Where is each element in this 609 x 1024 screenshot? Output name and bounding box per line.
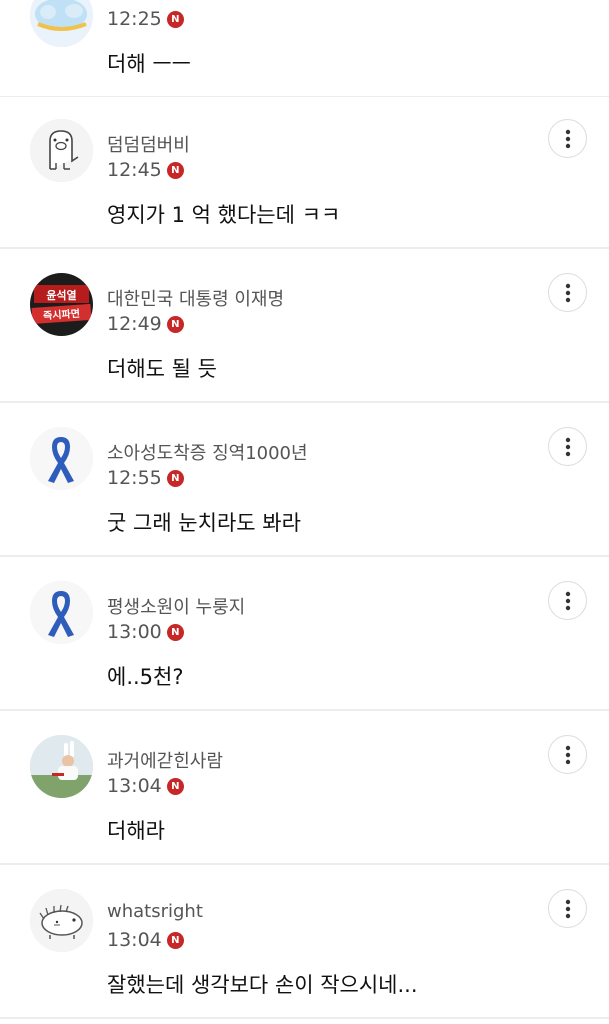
comment-item: 덤덤덤버비 12:45 N 영지가 1 억 했다는데 ㅋㅋ bbox=[0, 97, 609, 249]
comment-item: 윤석열 즉시파면 대한민국 대통령 이재명 12:49 N 더해도 될 듯 bbox=[0, 251, 609, 403]
more-options-button[interactable] bbox=[548, 889, 587, 928]
comment-timestamp-row: 12:55 N bbox=[107, 466, 184, 490]
comment-time: 12:49 bbox=[107, 313, 162, 335]
comment-item: 12:25 N 더해 ㅡㅡ bbox=[0, 0, 609, 98]
comment-author[interactable]: whatsright bbox=[107, 901, 203, 922]
comment-timestamp-row: 13:04 N bbox=[107, 774, 184, 798]
hedgehog-sketch-avatar[interactable] bbox=[30, 889, 93, 952]
comment-item: 소아성도착증 징역1000년 12:55 N 굿 그래 눈치라도 봐라 bbox=[0, 405, 609, 557]
new-badge-icon: N bbox=[166, 623, 184, 641]
vertical-dots-icon bbox=[565, 591, 570, 610]
comment-time: 12:55 bbox=[107, 467, 162, 489]
comment-time: 13:04 bbox=[107, 775, 162, 797]
new-badge-icon: N bbox=[166, 315, 184, 333]
comment-timestamp-row: 12:45 N bbox=[107, 158, 184, 182]
vertical-dots-icon bbox=[565, 129, 570, 148]
person-photo-avatar[interactable] bbox=[30, 735, 93, 798]
new-badge-icon: N bbox=[166, 161, 184, 179]
blue-ribbon-avatar[interactable] bbox=[30, 427, 93, 490]
vertical-dots-icon bbox=[565, 745, 570, 764]
comment-timestamp-row: 12:25 N bbox=[107, 7, 184, 31]
more-options-button[interactable] bbox=[548, 735, 587, 774]
vertical-dots-icon bbox=[565, 899, 570, 918]
comment-text: 더해라 bbox=[107, 819, 165, 843]
new-badge-icon: N bbox=[166, 469, 184, 487]
comment-author[interactable]: 평생소원이 누룽지 bbox=[107, 593, 245, 619]
new-badge-icon: N bbox=[166, 931, 184, 949]
comment-author[interactable]: 과거에갇힌사람 bbox=[107, 747, 223, 773]
comment-item: whatsright 13:04 N 잘했는데 생각보다 손이 작으시네... bbox=[0, 867, 609, 1019]
comment-item: 평생소원이 누룽지 13:00 N 에..5천? bbox=[0, 559, 609, 711]
comment-time: 13:00 bbox=[107, 621, 162, 643]
comment-item: 과거에갇힌사람 13:04 N 더해라 bbox=[0, 713, 609, 865]
comment-text: 더해도 될 듯 bbox=[107, 357, 217, 381]
comment-time: 13:04 bbox=[107, 929, 162, 951]
comment-time: 12:25 bbox=[107, 8, 162, 30]
comment-text: 잘했는데 생각보다 손이 작으시네... bbox=[107, 973, 418, 997]
comment-text: 영지가 1 억 했다는데 ㅋㅋ bbox=[107, 203, 341, 227]
more-options-button[interactable] bbox=[548, 119, 587, 158]
comment-author[interactable]: 덤덤덤버비 bbox=[107, 131, 190, 157]
protest-sign-avatar[interactable]: 윤석열 즉시파면 bbox=[30, 273, 93, 336]
new-badge-icon: N bbox=[166, 777, 184, 795]
comment-text: 에..5천? bbox=[107, 665, 184, 689]
comment-text: 굿 그래 눈치라도 봐라 bbox=[107, 511, 301, 535]
comment-timestamp-row: 12:49 N bbox=[107, 312, 184, 336]
comment-author[interactable]: 대한민국 대통령 이재명 bbox=[107, 285, 284, 311]
comment-timestamp-row: 13:00 N bbox=[107, 620, 184, 644]
avatar-sign-line-1: 윤석열 bbox=[46, 288, 76, 302]
blue-ribbon-avatar[interactable] bbox=[30, 581, 93, 644]
more-options-button[interactable] bbox=[548, 427, 587, 466]
more-options-button[interactable] bbox=[548, 273, 587, 312]
more-options-button[interactable] bbox=[548, 581, 587, 620]
comment-author[interactable]: 소아성도착증 징역1000년 bbox=[107, 439, 308, 465]
pig-sketch-avatar[interactable] bbox=[30, 119, 93, 182]
new-badge-icon: N bbox=[166, 10, 184, 28]
comment-timestamp-row: 13:04 N bbox=[107, 928, 184, 952]
comment-time: 12:45 bbox=[107, 159, 162, 181]
cloud-animal-avatar[interactable] bbox=[30, 0, 93, 47]
comment-text: 더해 ㅡㅡ bbox=[107, 52, 191, 76]
vertical-dots-icon bbox=[565, 437, 570, 456]
vertical-dots-icon bbox=[565, 283, 570, 302]
